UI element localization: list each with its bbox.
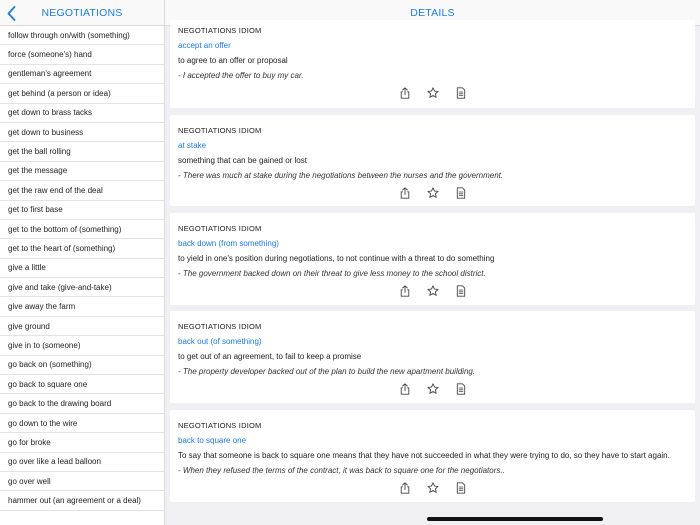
share-icon [399, 481, 411, 499]
list-item[interactable]: go for broke [0, 433, 164, 453]
card-actions [170, 382, 695, 400]
share-icon [399, 382, 411, 400]
card-actions [170, 284, 695, 302]
card-example: - The property developer backed out of t… [178, 367, 476, 376]
list-item[interactable]: get to the bottom of (something) [0, 220, 164, 240]
card-term-link[interactable]: at stake [178, 141, 687, 150]
favorite-button[interactable] [426, 481, 440, 499]
share-icon [399, 186, 411, 204]
list-item[interactable]: follow through on/with (something) [0, 26, 164, 46]
card-definition: something that can be gained or lost [178, 156, 307, 165]
idiom-card: NEGOTIATIONS IDIOM accept an offer to agre… [170, 20, 695, 108]
document-icon [455, 284, 467, 302]
card-term-link[interactable]: back to square one [178, 436, 687, 445]
share-button[interactable] [398, 382, 412, 400]
home-indicator [427, 517, 603, 521]
details-title: DETAILS [410, 6, 455, 19]
idiom-card: NEGOTIATIONS IDIOM at stake something that… [170, 115, 695, 206]
star-icon [426, 284, 439, 302]
list-item[interactable]: give a little [0, 259, 164, 279]
list-item[interactable]: go over well [0, 472, 164, 492]
list-item[interactable]: get behind (a person or idea) [0, 84, 164, 104]
sidebar-title: NEGOTIATIONS [41, 6, 123, 19]
list-item[interactable]: get the raw end of the deal [0, 181, 164, 201]
list-item[interactable]: force (someone's) hand [0, 45, 164, 65]
favorite-button[interactable] [426, 382, 440, 400]
card-term-link[interactable]: back down (from something) [178, 239, 687, 248]
favorite-button[interactable] [426, 186, 440, 204]
list-item[interactable]: go back to the drawing board [0, 394, 164, 414]
notes-button[interactable] [454, 284, 468, 302]
share-button[interactable] [398, 284, 412, 302]
list-item[interactable]: get to the heart of (something) [0, 239, 164, 259]
card-category: NEGOTIATIONS IDIOM [178, 421, 262, 430]
list-item[interactable]: give in to (someone) [0, 336, 164, 356]
list-item[interactable]: get down to business [0, 123, 164, 143]
notes-button[interactable] [454, 86, 468, 104]
notes-button[interactable] [454, 186, 468, 204]
list-item[interactable]: go back on (something) [0, 356, 164, 376]
document-icon [455, 481, 467, 499]
favorite-button[interactable] [426, 284, 440, 302]
document-icon [455, 86, 467, 104]
list-item[interactable]: gentleman's agreement [0, 65, 164, 85]
list-item[interactable]: get the ball rolling [0, 142, 164, 162]
back-button[interactable] [4, 3, 18, 23]
list-item[interactable]: go back to square one [0, 375, 164, 395]
card-example: - The government backed down on their th… [178, 269, 486, 278]
card-term-link[interactable]: back out (of something) [178, 337, 687, 346]
share-icon [399, 284, 411, 302]
favorite-button[interactable] [426, 86, 440, 104]
card-category: NEGOTIATIONS IDIOM [178, 126, 262, 135]
idiom-card: NEGOTIATIONS IDIOM back out (of something… [170, 311, 695, 403]
idiom-card: NEGOTIATIONS IDIOM back down (from someth… [170, 213, 695, 305]
document-icon [455, 186, 467, 204]
sidebar-header: NEGOTIATIONS [0, 0, 164, 26]
card-definition: To say that someone is back to square on… [178, 451, 670, 460]
idiom-card: NEGOTIATIONS IDIOM back to square one To s… [170, 410, 695, 502]
sidebar: NEGOTIATIONS follow through on/with (som… [0, 0, 165, 525]
card-example: - There was much at stake during the neg… [178, 171, 504, 180]
list-item[interactable]: go over like a lead balloon [0, 453, 164, 472]
notes-button[interactable] [454, 382, 468, 400]
card-term-link[interactable]: accept an offer [178, 41, 687, 50]
card-category: NEGOTIATIONS IDIOM [178, 322, 262, 331]
card-example: - When they refused the terms of the con… [178, 466, 505, 475]
share-button[interactable] [398, 86, 412, 104]
star-icon [426, 382, 439, 400]
card-definition: to yield in one's position during negoti… [178, 254, 495, 263]
list-item[interactable]: get down to brass tacks [0, 104, 164, 123]
list-item[interactable]: give ground [0, 317, 164, 337]
list-item[interactable]: get the message [0, 162, 164, 182]
card-category: NEGOTIATIONS IDIOM [178, 224, 262, 233]
list-item[interactable]: give and take (give-and-take) [0, 278, 164, 298]
chevron-left-icon [7, 5, 15, 21]
idiom-list: follow through on/with (something) force … [0, 26, 164, 511]
document-icon [455, 382, 467, 400]
details-pane: DETAILS NEGOTIATIONS IDIOM accept an offe… [165, 0, 700, 525]
share-button[interactable] [398, 186, 412, 204]
list-item[interactable]: give away the farm [0, 297, 164, 317]
star-icon [426, 86, 439, 104]
share-button[interactable] [398, 481, 412, 499]
list-item[interactable]: hammer out (an agreement or a deal) [0, 491, 164, 511]
card-category: NEGOTIATIONS IDIOM [178, 26, 262, 35]
card-actions [170, 86, 695, 104]
list-item[interactable]: get to first base [0, 201, 164, 220]
list-item[interactable]: go down to the wire [0, 414, 164, 434]
card-example: - I accepted the offer to buy my car. [178, 71, 304, 80]
card-actions [170, 186, 695, 204]
card-definition: to get out of an agreement, to fail to k… [178, 352, 362, 361]
card-actions [170, 481, 695, 499]
notes-button[interactable] [454, 481, 468, 499]
card-definition: to agree to an offer or proposal [178, 56, 288, 65]
star-icon [426, 186, 439, 204]
star-icon [426, 481, 439, 499]
share-icon [399, 86, 411, 104]
